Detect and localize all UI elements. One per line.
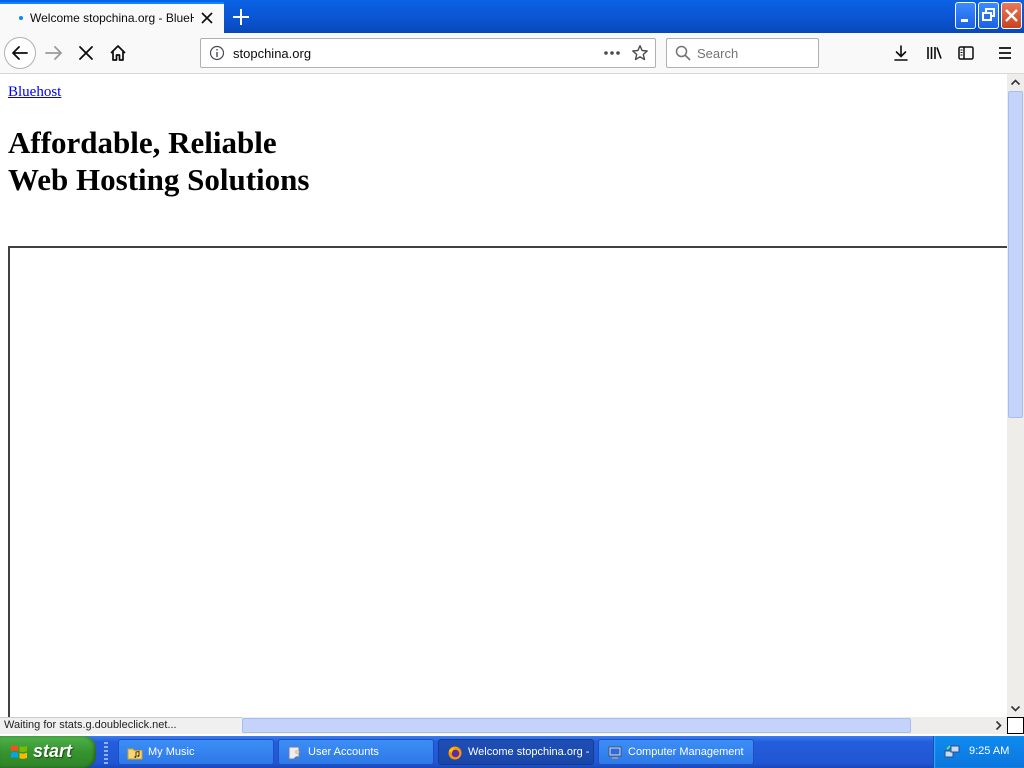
headline-line-2: Web Hosting Solutions — [8, 162, 310, 197]
page-headline: Affordable, Reliable Web Hosting Solutio… — [8, 124, 309, 198]
stop-loading-button[interactable] — [72, 39, 100, 67]
back-button[interactable] — [4, 37, 36, 69]
minimize-window-button[interactable] — [955, 2, 976, 29]
scroll-right-arrow-icon[interactable] — [990, 717, 1007, 734]
task-label: My Music — [148, 746, 195, 758]
headline-line-1: Affordable, Reliable — [8, 125, 277, 160]
search-input[interactable] — [697, 45, 815, 61]
downloads-icon[interactable] — [892, 44, 910, 62]
loading-indicator-icon — [19, 16, 23, 20]
taskbar-button-computer-management[interactable]: Computer Management — [598, 739, 754, 765]
folder-music-icon — [127, 745, 143, 761]
url-text[interactable]: stopchina.org — [233, 46, 311, 61]
library-icon[interactable] — [925, 44, 943, 62]
home-button[interactable] — [104, 39, 132, 67]
menu-hamburger-icon[interactable] — [996, 44, 1014, 62]
sidebar-toggle-icon[interactable] — [957, 44, 975, 62]
scrollbar-corner — [1007, 717, 1024, 734]
horizontal-scrollbar[interactable] — [242, 717, 1007, 734]
horizontal-scroll-thumb[interactable] — [242, 718, 911, 733]
status-panel: Waiting for stats.g.doubleclick.net... — [0, 717, 242, 734]
task-label: User Accounts — [308, 746, 379, 758]
user-accounts-icon — [287, 745, 303, 761]
start-button[interactable]: start — [0, 736, 96, 768]
tab-welcome-stopchina[interactable]: Welcome stopchina.org - BlueHost.com — [0, 2, 224, 33]
forward-button[interactable] — [40, 39, 68, 67]
taskbar: start My Music User Accounts Welcome sto… — [0, 736, 1024, 768]
browser-tab-strip: Welcome stopchina.org - BlueHost.com — [0, 0, 1024, 33]
new-tab-button[interactable] — [228, 4, 254, 30]
windows-logo-icon — [10, 743, 28, 761]
taskbar-button-user-accounts[interactable]: User Accounts — [278, 739, 434, 765]
toolbar-grip[interactable] — [104, 742, 108, 764]
task-label: Welcome stopchina.org - BlueHost.com — [468, 746, 590, 758]
bluehost-link[interactable]: Bluehost — [8, 84, 61, 101]
scroll-up-arrow-icon[interactable] — [1007, 74, 1024, 91]
vertical-scrollbar[interactable] — [1007, 74, 1024, 717]
network-tray-icon[interactable] — [944, 744, 960, 760]
page-actions-icon[interactable] — [603, 45, 621, 61]
taskbar-button-firefox[interactable]: Welcome stopchina.org - BlueHost.com — [438, 739, 594, 765]
firefox-icon — [447, 745, 463, 761]
close-tab-icon[interactable] — [197, 8, 217, 28]
url-bar[interactable]: stopchina.org — [200, 38, 656, 68]
search-icon — [675, 45, 691, 61]
status-text: Waiting for stats.g.doubleclick.net... — [4, 719, 177, 731]
embedded-frame[interactable] — [8, 246, 1007, 717]
page-viewport: Bluehost Affordable, Reliable Web Hostin… — [0, 74, 1007, 717]
task-label: Computer Management — [628, 746, 744, 758]
site-info-icon[interactable] — [209, 45, 225, 61]
tab-title: Welcome stopchina.org - BlueHost.com — [30, 11, 194, 25]
clock[interactable]: 9:25 AM — [969, 745, 1009, 757]
taskbar-button-my-music[interactable]: My Music — [118, 739, 274, 765]
system-tray: 9:25 AM — [933, 736, 1024, 768]
close-window-button[interactable] — [1001, 2, 1022, 29]
computer-management-icon — [607, 745, 623, 761]
navigation-toolbar: stopchina.org — [0, 33, 1024, 74]
scroll-down-arrow-icon[interactable] — [1007, 700, 1024, 717]
start-label: start — [33, 741, 73, 761]
restore-window-button[interactable] — [978, 2, 999, 29]
search-bar[interactable] — [666, 38, 819, 68]
bookmark-star-icon[interactable] — [631, 44, 649, 62]
vertical-scroll-thumb[interactable] — [1008, 91, 1023, 418]
